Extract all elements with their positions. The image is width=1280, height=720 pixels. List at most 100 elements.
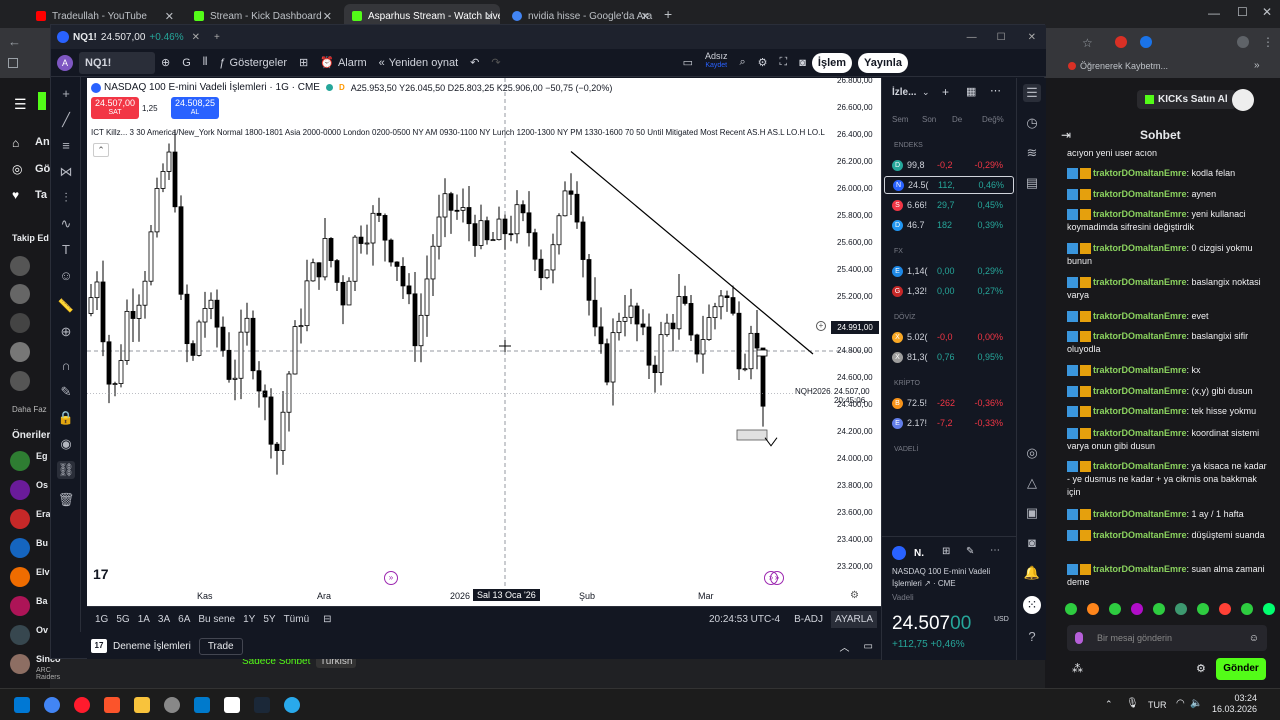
chevron-down-icon[interactable]: ⌄ (922, 87, 930, 98)
send-button[interactable]: Gönder (1216, 658, 1266, 680)
user-avatar[interactable]: A (51, 52, 79, 74)
zoom-icon[interactable]: ⊕ (57, 323, 75, 341)
emote-icon[interactable] (1153, 603, 1165, 615)
browser-menu-icon[interactable]: ⋮ (1262, 35, 1274, 49)
ruler-icon[interactable]: 📏 (57, 297, 75, 315)
chat-input[interactable]: Bir mesaj gönderin ☺ (1067, 625, 1267, 651)
avatar[interactable] (10, 256, 30, 276)
text-icon[interactable]: T (57, 241, 75, 259)
watchlist-row[interactable]: B 72.5! -262 -0,36% (884, 394, 1014, 412)
watchlist-section[interactable]: VADELİ (894, 446, 918, 453)
close-icon[interactable]: ✕ (485, 10, 494, 23)
home-icon[interactable]: ⌂ (12, 136, 19, 150)
chat-username[interactable]: traktorDOmaltanEmre (1093, 509, 1187, 519)
star-icon[interactable]: ☆ (1082, 36, 1093, 50)
redo-icon[interactable]: ↷ (485, 52, 506, 74)
chat-username[interactable]: traktorDOmaltanEmre (1093, 189, 1187, 199)
apps-icon[interactable] (8, 58, 18, 68)
buy-button[interactable]: 24.508,25 AL (171, 97, 219, 119)
layout-icon[interactable]: ▭ (677, 52, 699, 74)
sell-button[interactable]: 24.507,00 SAT (91, 97, 139, 119)
extension-icon[interactable] (1115, 36, 1127, 48)
profile-avatar[interactable] (1237, 36, 1249, 48)
hamburger-icon[interactable]: ☰ (14, 96, 27, 113)
maximize-icon[interactable]: ☐ (997, 32, 1006, 43)
emote-icon[interactable] (1197, 603, 1209, 615)
undo-icon[interactable]: ↶ (464, 52, 485, 74)
publish-button[interactable]: Yayınla (858, 52, 908, 73)
candlestick-chart[interactable] (87, 78, 881, 588)
drawn-rectangle[interactable] (756, 349, 768, 357)
suggested-channel[interactable]: Eg (36, 451, 48, 461)
apps-grid-icon[interactable]: ⁙ (1023, 596, 1041, 614)
telegram-icon[interactable] (284, 697, 300, 713)
maximize-icon[interactable]: ☐ (1237, 5, 1248, 19)
window-close-icon[interactable]: ✕ (1028, 32, 1036, 43)
trade-button[interactable]: İşlem (811, 52, 853, 73)
chat-username[interactable]: traktorDOmaltanEmre (1093, 365, 1187, 375)
layout-save-button[interactable]: Adsız Kaydet (699, 51, 734, 74)
window-close-icon[interactable]: ✕ (1262, 5, 1272, 19)
chart-type-icon[interactable]: ⫴ (197, 52, 214, 74)
indicators-button[interactable]: ƒ Göstergeler (213, 52, 293, 74)
search-icon[interactable]: ⌕ (733, 52, 751, 74)
layers-icon[interactable]: ≋ (1023, 144, 1041, 162)
nav-label[interactable]: Ta (35, 189, 47, 201)
event-icon[interactable]: » (384, 571, 398, 585)
watchlist-title[interactable]: İzle... (892, 87, 916, 98)
avatar[interactable] (10, 342, 30, 362)
emoji-icon[interactable]: ☺ (57, 267, 75, 285)
chart-canvas[interactable]: NASDAQ 100 E-mini Vadeli İşlemleri · 1G … (87, 78, 881, 628)
alarm-button[interactable]: ⏰ Alarm (314, 52, 372, 74)
alerts-icon[interactable]: ◷ (1023, 114, 1041, 132)
broadcast-icon[interactable]: ◙ (1023, 534, 1041, 552)
collapse-chat-icon[interactable]: ⇥ (1061, 128, 1071, 142)
emote-icon[interactable] (1263, 603, 1275, 615)
symbol-search[interactable]: NQ1! (79, 51, 155, 74)
avatar[interactable] (10, 313, 30, 333)
magnet-icon[interactable]: ∩ (57, 357, 75, 375)
edit-icon[interactable]: ✎ (966, 546, 974, 557)
range-button[interactable]: 1A (138, 614, 150, 625)
tradingview-icon[interactable] (224, 697, 240, 713)
watchlist-row[interactable]: N 24.5(112, 0,46% (884, 176, 1014, 194)
templates-icon[interactable]: ⊞ (293, 52, 314, 74)
chrome-icon[interactable] (44, 697, 60, 713)
trash-icon[interactable]: 🗑 (57, 491, 75, 509)
close-icon[interactable]: ✕ (323, 10, 332, 23)
language-indicator[interactable]: TUR (1148, 700, 1167, 710)
legend-symbol-name[interactable]: NASDAQ 100 E-mini Vadeli İşlemleri · 1G … (104, 82, 320, 93)
avatar[interactable] (10, 480, 30, 500)
range-button[interactable]: 3A (158, 614, 170, 625)
close-icon[interactable]: ✕ (641, 10, 650, 23)
advanced-view-icon[interactable]: ▦ (966, 85, 976, 98)
demo-trading-tab[interactable]: Deneme İşlemleri (113, 641, 191, 652)
watchlist-row[interactable]: E 1,14(0,00 0,29% (884, 262, 1014, 280)
chat-username[interactable]: traktorDOmaltanEmre (1093, 331, 1187, 341)
prediction-icon[interactable]: ⫶ (57, 189, 75, 207)
chat-username[interactable]: traktorDOmaltanEmre (1093, 461, 1187, 471)
watchlist-row[interactable]: S 6.66! 29,7 0,45% (884, 196, 1014, 214)
chat-settings-icon[interactable]: ⚙ (1196, 662, 1206, 675)
wifi-icon[interactable]: ◠ (1176, 698, 1185, 709)
emote-icon[interactable] (1109, 603, 1121, 615)
suggested-channel[interactable]: Os (36, 480, 48, 490)
camera-icon[interactable]: ◙ (793, 52, 812, 74)
pattern-icon[interactable]: ⋈ (57, 163, 75, 181)
avatar[interactable] (10, 371, 30, 391)
explorer-icon[interactable] (134, 697, 150, 713)
add-symbol-icon[interactable]: + (942, 85, 949, 99)
add-alert-icon[interactable]: + (816, 321, 826, 331)
bookmark-item[interactable]: Öğrenerek Kaybetm... (1068, 61, 1168, 71)
maximize-panel-icon[interactable]: ▭ (864, 641, 873, 652)
avatar[interactable] (10, 625, 30, 645)
suggested-channel[interactable]: Elv (36, 567, 50, 577)
emote-icon[interactable] (1175, 603, 1187, 615)
time-axis[interactable]: Kas Ara 2026 Şub Mar Sal 13 Oca '26 ⚙ (87, 588, 881, 606)
collapse-legend-icon[interactable]: ⌃ (93, 143, 109, 157)
lock-icon[interactable]: 🔒 (57, 409, 75, 427)
link-icon[interactable]: ⛓ (57, 461, 75, 479)
chat-username[interactable]: traktorDOmaltanEmre (1093, 168, 1187, 178)
avatar[interactable] (10, 567, 30, 587)
calendar-icon[interactable]: ▣ (1023, 504, 1041, 522)
